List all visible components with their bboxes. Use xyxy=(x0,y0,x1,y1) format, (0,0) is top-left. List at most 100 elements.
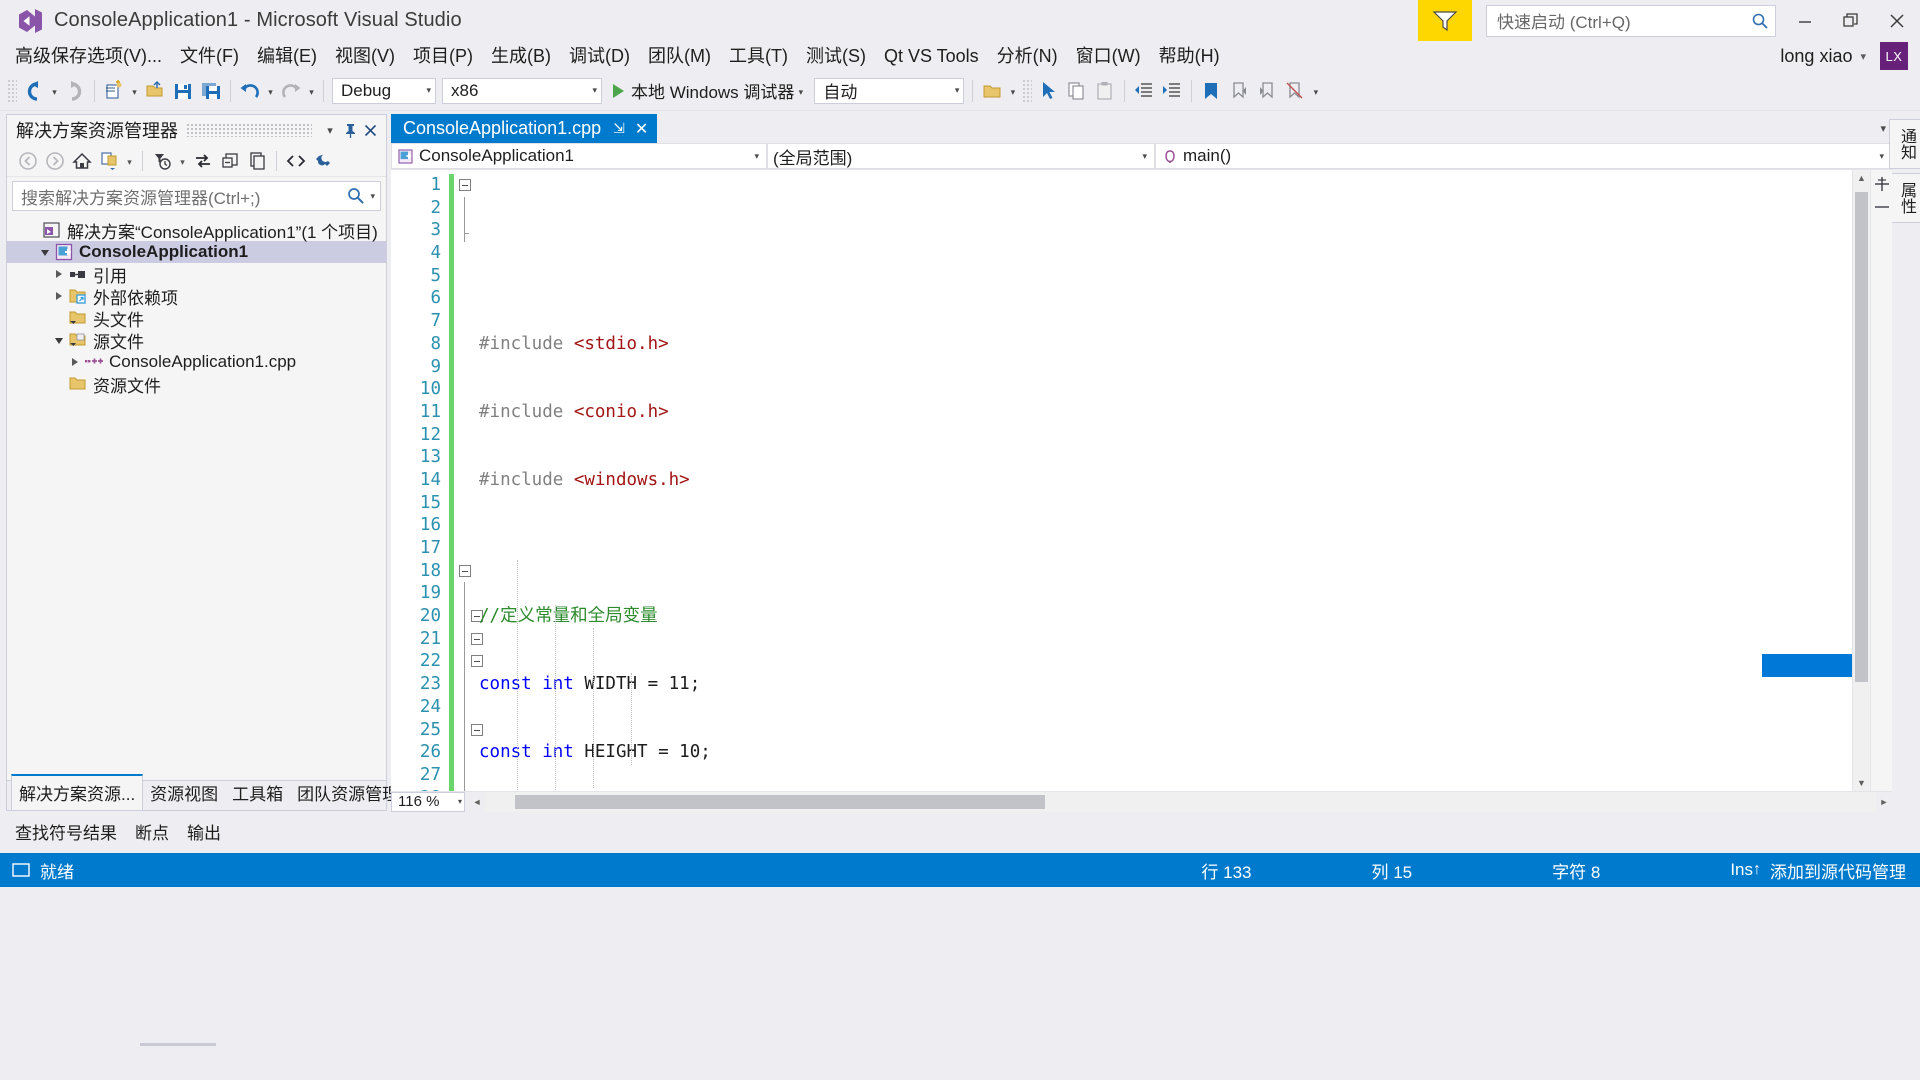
chevron-down-icon[interactable]: ▾ xyxy=(365,191,375,202)
collapse-all-icon[interactable] xyxy=(217,148,243,174)
horizontal-scroll-track[interactable] xyxy=(485,792,1876,812)
new-project-icon[interactable] xyxy=(100,77,128,105)
minimize-button[interactable] xyxy=(1782,0,1828,41)
navbar-project-combo[interactable]: ConsoleApplication1 ▾ xyxy=(391,143,767,169)
toolbar-grip[interactable] xyxy=(1022,79,1032,103)
tab-output[interactable]: 输出 xyxy=(178,817,230,846)
solution-configuration-combo[interactable]: Debug ▾ xyxy=(332,78,436,104)
redo-dropdown[interactable]: ▾ xyxy=(305,77,318,105)
show-all-files-icon[interactable] xyxy=(244,148,270,174)
menu-item-file[interactable]: 文件(F) xyxy=(171,42,248,70)
menu-item-analyze[interactable]: 分析(N) xyxy=(988,42,1067,70)
chevron-down-icon[interactable]: ▾ xyxy=(1860,50,1866,63)
show-all-files-dropdown[interactable]: ▾ xyxy=(1006,77,1019,105)
home-icon[interactable] xyxy=(69,148,95,174)
menu-item-tools[interactable]: 工具(T) xyxy=(720,42,797,70)
expander-expand[interactable] xyxy=(51,263,67,285)
split-view-icon[interactable] xyxy=(1874,176,1890,195)
send-feedback-icon[interactable] xyxy=(1418,0,1472,41)
undo-icon[interactable] xyxy=(236,77,264,105)
tab-solution-explorer[interactable]: 解决方案资源... xyxy=(11,774,143,810)
solution-platform-combo[interactable]: x86 ▾ xyxy=(442,78,602,104)
menu-item-view[interactable]: 视图(V) xyxy=(326,42,404,70)
fold-collapse-box[interactable] xyxy=(459,565,471,577)
menu-item-help[interactable]: 帮助(H) xyxy=(1150,42,1229,70)
avatar[interactable]: LX xyxy=(1880,42,1908,70)
navigate-forward-icon[interactable] xyxy=(61,77,89,105)
paste-icon[interactable] xyxy=(1091,77,1119,105)
increase-indent-icon[interactable] xyxy=(1158,77,1186,105)
undo-dropdown[interactable]: ▾ xyxy=(264,77,277,105)
chevron-down-icon[interactable]: ▾ xyxy=(176,148,189,174)
menu-item-debug[interactable]: 调试(D) xyxy=(560,42,639,70)
tree-item-external-dependencies[interactable]: 外部依赖项 xyxy=(7,285,386,307)
tab-resource-view[interactable]: 资源视图 xyxy=(143,776,225,810)
quick-launch-box[interactable]: 快速启动 (Ctrl+Q) xyxy=(1486,5,1776,37)
editor-vertical-scrollbar[interactable]: ▲ ▼ xyxy=(1852,170,1870,791)
maximize-restore-button[interactable] xyxy=(1828,0,1874,41)
scroll-right-arrow[interactable]: ► xyxy=(1876,797,1892,807)
navbar-scope-combo[interactable]: (全局范围) ▾ xyxy=(767,143,1155,169)
panel-menu-button[interactable]: ▾ xyxy=(320,119,340,141)
menu-item-advanced-save[interactable]: 高级保存选项(V)... xyxy=(6,42,171,70)
tree-item-source-files[interactable]: 源文件 xyxy=(7,329,386,351)
tree-item-resource-files[interactable]: 资源文件 xyxy=(7,373,386,395)
tab-toolbox[interactable]: 工具箱 xyxy=(225,776,290,810)
tree-item-header-files[interactable]: 头文件 xyxy=(7,307,386,329)
clear-bookmarks-icon[interactable] xyxy=(1281,77,1309,105)
expander-expand[interactable] xyxy=(67,351,83,373)
tree-item-cpp-file[interactable]: ConsoleApplication1.cpp xyxy=(7,351,386,373)
close-button[interactable] xyxy=(1874,0,1920,41)
navbar-member-combo[interactable]: main() ▾ xyxy=(1155,143,1892,169)
show-all-files-icon[interactable] xyxy=(978,77,1006,105)
navigate-backward-icon[interactable] xyxy=(20,77,48,105)
solution-explorer-search[interactable]: 搜索解决方案资源管理器(Ctrl+;) ▾ xyxy=(12,181,381,211)
close-icon[interactable] xyxy=(360,119,380,141)
menu-item-edit[interactable]: 编辑(E) xyxy=(248,42,326,70)
expander-expand[interactable] xyxy=(51,285,67,307)
save-icon[interactable] xyxy=(169,77,197,105)
menu-item-window[interactable]: 窗口(W) xyxy=(1067,42,1150,70)
vertical-tab-notifications[interactable]: 通知 xyxy=(1889,119,1920,169)
pin-icon[interactable]: ⇲ xyxy=(613,120,625,137)
status-source-control-area[interactable]: ↑ 添加到源代码管理 xyxy=(1753,858,1920,883)
tree-item-project[interactable]: ConsoleApplication1 xyxy=(7,241,386,263)
menu-item-qt-vs-tools[interactable]: Qt VS Tools xyxy=(875,42,988,70)
fold-collapse-box[interactable] xyxy=(459,179,471,191)
split-horizontal-icon[interactable] xyxy=(1874,200,1890,216)
chevron-down-icon[interactable]: ▾ xyxy=(123,148,136,174)
refresh-icon[interactable] xyxy=(190,148,216,174)
tab-breakpoints[interactable]: 断点 xyxy=(126,817,178,846)
view-code-icon[interactable] xyxy=(283,148,309,174)
navigate-backward-dropdown[interactable]: ▾ xyxy=(48,77,61,105)
expander-collapse[interactable] xyxy=(37,241,53,263)
expander-collapse[interactable] xyxy=(51,329,67,351)
vertical-tab-properties[interactable]: 属性 xyxy=(1889,173,1920,223)
new-project-dropdown[interactable]: ▾ xyxy=(128,77,141,105)
open-file-icon[interactable] xyxy=(141,77,169,105)
menu-item-test[interactable]: 测试(S) xyxy=(797,42,875,70)
tab-find-symbol-results[interactable]: 查找符号结果 xyxy=(6,817,126,846)
search-icon[interactable] xyxy=(347,187,365,205)
zoom-level-combo[interactable]: 116 % ▾ xyxy=(391,792,465,812)
start-debugging-button[interactable]: 本地 Windows 调试器 ▾ xyxy=(605,77,811,105)
document-tab-consoleapplication1-cpp[interactable]: ConsoleApplication1.cpp ⇲ ✕ xyxy=(391,114,657,143)
pointer-select-icon[interactable] xyxy=(1035,77,1063,105)
horizontal-scroll-thumb[interactable] xyxy=(515,795,1045,809)
code-surface[interactable]: 1 2 3 4 5 6 7 8 9 10 11 12 13 14 15 16 1 xyxy=(391,170,1852,791)
chevron-down-icon[interactable]: ▾ xyxy=(794,77,807,105)
scroll-down-arrow[interactable]: ▼ xyxy=(1853,775,1870,791)
menu-item-project[interactable]: 项目(P) xyxy=(404,42,482,70)
forward-icon[interactable] xyxy=(42,148,68,174)
pending-changes-filter-icon[interactable] xyxy=(149,148,175,174)
menu-item-team[interactable]: 团队(M) xyxy=(639,42,720,70)
panel-drag-handle[interactable] xyxy=(186,123,312,137)
redo-icon[interactable] xyxy=(277,77,305,105)
save-all-icon[interactable] xyxy=(197,77,225,105)
previous-bookmark-icon[interactable] xyxy=(1225,77,1253,105)
copy-icon[interactable] xyxy=(1063,77,1091,105)
scroll-left-arrow[interactable]: ◄ xyxy=(469,797,485,807)
vertical-scroll-thumb[interactable] xyxy=(1855,192,1868,682)
toggle-bookmark-icon[interactable] xyxy=(1197,77,1225,105)
toolbar-overflow-button[interactable]: ▾ xyxy=(1309,77,1322,105)
